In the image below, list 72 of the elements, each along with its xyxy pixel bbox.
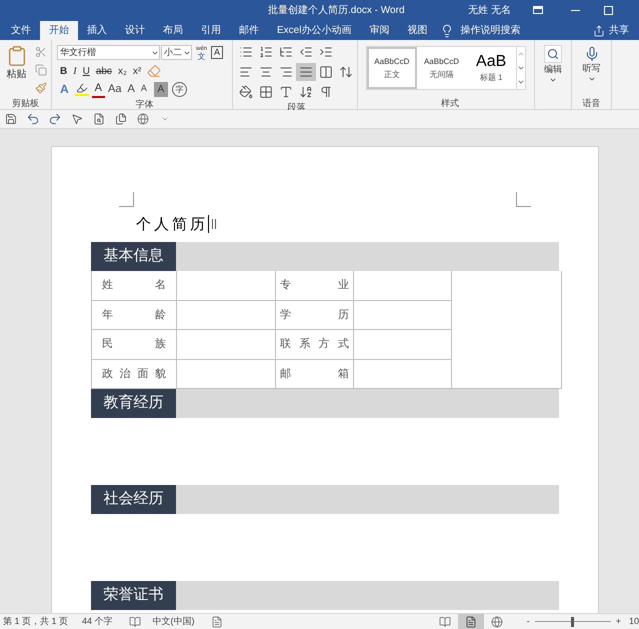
- format-button[interactable]: abc: [92, 62, 115, 80]
- font-size-field[interactable]: 小二: [161, 45, 192, 60]
- ribbon-tab[interactable]: 邮件: [230, 21, 268, 40]
- table-cell: 年龄: [92, 300, 177, 330]
- enclose-character-button[interactable]: 字: [172, 82, 187, 96]
- margin-mark: [119, 192, 134, 207]
- search-icon: [547, 48, 559, 60]
- document-title: 个人简历: [136, 214, 208, 235]
- format-button[interactable]: x²: [130, 62, 144, 80]
- share-icon: [593, 24, 605, 36]
- justify-icon[interactable]: [296, 63, 316, 81]
- ribbon-tab[interactable]: 开始: [40, 21, 78, 40]
- group-label: 字体: [134, 98, 154, 110]
- ribbon-display-icon[interactable]: [533, 6, 543, 14]
- style-item[interactable]: AaB 标题 1: [466, 47, 516, 89]
- style-item[interactable]: AaBbCcD 正文: [367, 47, 417, 89]
- text-effects-button[interactable]: A: [57, 80, 72, 98]
- ribbon-tab[interactable]: 文件: [2, 21, 40, 40]
- zoom-slider[interactable]: [534, 616, 611, 626]
- ribbon-tab[interactable]: Excel办公小动画: [268, 21, 360, 40]
- font-name-field[interactable]: 华文行楷: [57, 45, 160, 60]
- section-heading: 教育经历: [91, 389, 176, 418]
- page-count[interactable]: 第 1 页，共 1 页: [3, 614, 68, 628]
- word-count[interactable]: 44 个字: [82, 614, 113, 628]
- editing-button[interactable]: 编辑: [544, 45, 562, 84]
- grow-font-button[interactable]: A: [124, 80, 138, 98]
- format-button[interactable]: U: [80, 62, 93, 80]
- group-label: 样式: [440, 97, 460, 109]
- character-border-button[interactable]: A: [211, 46, 224, 59]
- zoom-out-button[interactable]: -: [524, 614, 532, 628]
- format-button[interactable]: B: [57, 62, 70, 80]
- shrink-font-button[interactable]: A: [138, 80, 150, 98]
- format-button[interactable]: I: [70, 62, 80, 80]
- font-color-button[interactable]: A: [92, 80, 106, 98]
- table-cell: 联系方式: [276, 330, 354, 360]
- table-cell: 民族: [92, 330, 177, 360]
- format-button[interactable]: x₂: [114, 62, 130, 80]
- section-heading: 社会经历: [91, 485, 176, 514]
- ribbon-tab[interactable]: 插入: [78, 21, 116, 40]
- paste-button[interactable]: 粘贴: [4, 43, 29, 97]
- user-name: 无姓 无名: [468, 4, 511, 18]
- print-layout-icon[interactable]: [458, 614, 484, 629]
- ribbon-tab[interactable]: 设计: [116, 21, 154, 40]
- ribbon-tab[interactable]: 视图: [398, 21, 436, 40]
- table-cell: 专业: [276, 271, 354, 300]
- dictate-button[interactable]: 听写: [582, 46, 600, 83]
- section-heading: 基本信息: [91, 242, 176, 271]
- dropdown-icon: [588, 75, 596, 83]
- table-cell: 姓名: [92, 271, 177, 300]
- margin-mark: [516, 192, 531, 207]
- dropdown-icon: [549, 76, 557, 84]
- section-heading: 荣誉证书: [91, 581, 176, 610]
- group-label: 剪贴板: [11, 97, 40, 109]
- i-beam-icon: [212, 219, 216, 229]
- style-item[interactable]: AaBbCcD 无间隔: [416, 47, 466, 89]
- zoom-level[interactable]: 10: [628, 614, 639, 628]
- text-cursor: [208, 215, 209, 233]
- ribbon-tab[interactable]: 布局: [154, 21, 192, 40]
- change-case-button[interactable]: Aa: [105, 80, 124, 98]
- zoom-in-button[interactable]: +: [614, 614, 623, 628]
- window-title: 批量创建个人简历.docx - Word: [268, 4, 404, 18]
- group-label: 语音: [582, 97, 600, 109]
- tell-me-search[interactable]: 操作说明搜索: [460, 23, 520, 38]
- share-button[interactable]: 共享: [593, 21, 639, 40]
- character-shading-button[interactable]: A: [154, 82, 168, 96]
- ribbon-tab[interactable]: 审阅: [360, 21, 398, 40]
- language-indicator[interactable]: 中文(中国): [152, 614, 195, 628]
- scroll-down-icon[interactable]: [517, 64, 525, 72]
- maximize-icon[interactable]: [604, 6, 613, 14]
- ribbon-tab[interactable]: 引用: [192, 21, 230, 40]
- more-styles-icon[interactable]: [517, 78, 525, 86]
- table-cell: 学历: [276, 300, 354, 330]
